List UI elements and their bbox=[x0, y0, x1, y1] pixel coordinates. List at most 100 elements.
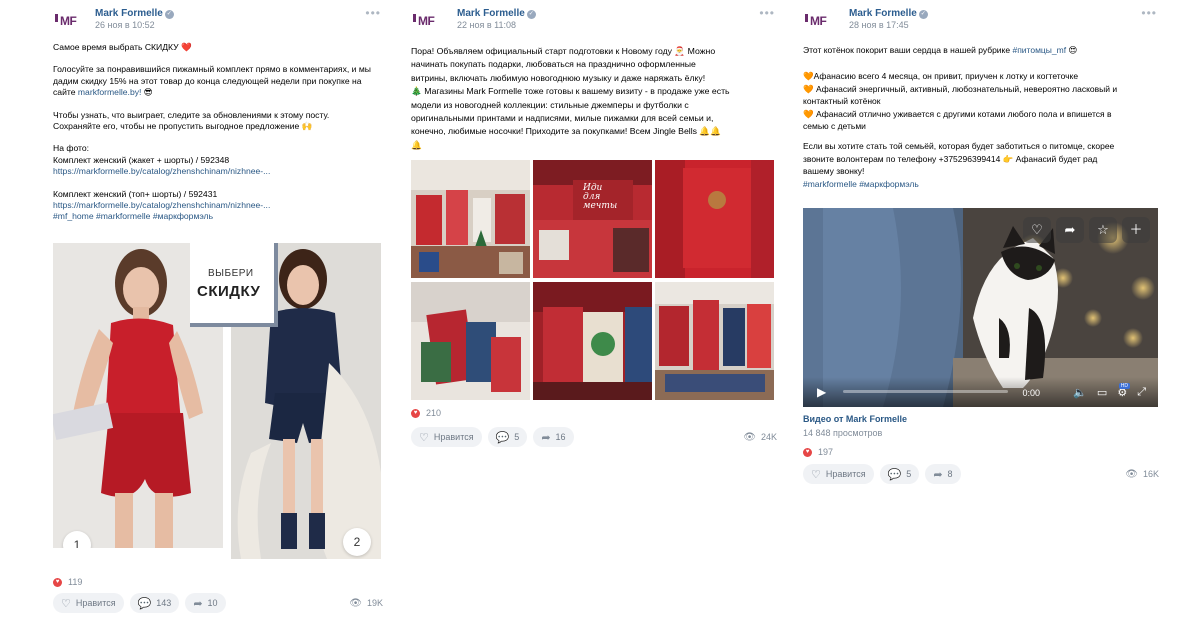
photo-store-mannequins[interactable] bbox=[411, 160, 530, 278]
miniplayer-icon[interactable]: ▭ bbox=[1097, 386, 1107, 399]
likes-summary[interactable]: ♥ 119 bbox=[53, 577, 82, 587]
brand-logo[interactable]: MF bbox=[55, 12, 85, 27]
comment-button[interactable]: 💬 143 bbox=[129, 593, 180, 613]
like-button[interactable]: ♡ Нравится bbox=[53, 593, 124, 613]
like-button[interactable]: ♡ Нравится bbox=[803, 464, 874, 484]
post-date[interactable]: 22 ноя в 11:08 bbox=[457, 20, 516, 30]
post-3: MF Mark Formelle ✓ 28 ноя в 17:45 ••• Это… bbox=[803, 0, 1159, 484]
brand-logo[interactable]: MF bbox=[805, 12, 835, 27]
photo-sign-mugs[interactable]: Иди для мечты bbox=[533, 160, 652, 278]
likes-count: 119 bbox=[68, 577, 83, 587]
share-button[interactable]: ➦ 16 bbox=[533, 427, 574, 447]
photo-badge-2[interactable]: 2 bbox=[343, 528, 371, 556]
product-item: Комплект женский (жакет + шорты) / 59234… bbox=[53, 154, 230, 165]
hashtags[interactable]: #markformelle #маркформэль bbox=[803, 178, 1161, 190]
post-text-bullet: 🧡Афанасию всего 4 месяца, он привит, при… bbox=[803, 71, 1079, 82]
more-dots-icon[interactable]: ••• bbox=[1141, 6, 1157, 20]
add-icon[interactable]: ＋ bbox=[1122, 217, 1150, 243]
photo-christmas-socks[interactable] bbox=[533, 282, 652, 400]
eye-icon: 👁 bbox=[349, 597, 362, 609]
post-photo-collage[interactable]: 1 2 ВЫБЕРИ СКИДКУ bbox=[53, 243, 381, 559]
comment-button[interactable]: 💬 5 bbox=[487, 427, 528, 447]
fullscreen-icon[interactable]: ⤢ bbox=[1137, 386, 1146, 399]
product-link[interactable]: https://markformelle.by/catalog/zhenshch… bbox=[53, 200, 383, 211]
post-header: MF Mark Formelle ✓ 26 ноя в 10:52 ••• bbox=[53, 0, 383, 40]
post-text: Этот котёнок покорит ваши сердца в нашей… bbox=[803, 44, 1161, 190]
post-text-paragraph: Если вы хотите стать той семьёй, которая… bbox=[803, 141, 1115, 177]
post-text: Самое время выбрать СКИДКУ ❤️ Голосуйте … bbox=[53, 42, 383, 223]
like-video-button[interactable]: ♡ bbox=[1023, 217, 1051, 243]
post-text-paragraph: Чтобы узнать, что выиграет, следите за о… bbox=[53, 109, 330, 132]
video-title[interactable]: Видео от Mark Formelle bbox=[803, 414, 907, 424]
hashtag-link[interactable]: #питомцы_mf bbox=[1012, 45, 1066, 55]
promo-line-2: СКИДКУ bbox=[197, 283, 261, 300]
product-item: Комплект женский (топ+ шорты) / 592431 bbox=[53, 188, 218, 199]
heart-outline-icon: ♡ bbox=[419, 431, 429, 444]
photo-grid: Иди для мечты bbox=[411, 160, 774, 401]
views-count: 👁 16K bbox=[1125, 468, 1159, 480]
like-button[interactable]: ♡ Нравится bbox=[411, 427, 482, 447]
heart-icon: ♥ bbox=[411, 408, 420, 418]
post-2: MF Mark Formelle ✓ 22 ноя в 11:08 ••• Пор… bbox=[411, 0, 777, 447]
more-dots-icon[interactable]: ••• bbox=[365, 6, 381, 20]
play-icon[interactable]: ▶ bbox=[817, 385, 826, 399]
more-dots-icon[interactable]: ••• bbox=[759, 6, 775, 20]
photo-label: На фото: bbox=[53, 143, 90, 154]
share-icon: ➦ bbox=[541, 431, 551, 444]
likes-count: 210 bbox=[426, 408, 442, 418]
eye-icon: 👁 bbox=[743, 431, 756, 443]
likes-summary[interactable]: ♥ 210 bbox=[411, 408, 441, 418]
share-button[interactable]: ➦ 8 bbox=[925, 464, 961, 484]
post-1: MF Mark Formelle ✓ 26 ноя в 10:52 ••• Сам… bbox=[53, 0, 383, 613]
promo-banner: ВЫБЕРИ СКИДКУ bbox=[190, 243, 278, 327]
heart-outline-icon: ♡ bbox=[61, 597, 71, 610]
post-actions: ♡ Нравится 💬 5 ➦ 16 👁 24K bbox=[411, 426, 777, 448]
views-count: 👁 19K bbox=[349, 597, 383, 609]
heart-icon: ♥ bbox=[803, 447, 812, 457]
volume-icon[interactable]: 🔈 bbox=[1073, 386, 1087, 399]
comment-icon: 💬 bbox=[495, 431, 510, 444]
share-button[interactable]: ➦ 10 bbox=[185, 593, 226, 613]
post-actions: ♡ Нравится 💬 143 ➦ 10 👁 19K bbox=[53, 592, 383, 614]
bookmark-icon[interactable]: ☆ bbox=[1089, 217, 1117, 243]
share-icon: ➦ bbox=[933, 468, 943, 481]
author-name[interactable]: Mark Formelle ✓ bbox=[849, 8, 928, 19]
post-text-paragraph: Голосуйте за понравившийся пижамный комп… bbox=[53, 64, 371, 98]
post-header: MF Mark Formelle ✓ 28 ноя в 17:45 ••• bbox=[803, 0, 1159, 40]
hashtags[interactable]: #mf_home #markformelle #маркформэль bbox=[53, 211, 383, 222]
photo-red-sweaters[interactable] bbox=[655, 160, 774, 278]
post-date[interactable]: 28 ноя в 17:45 bbox=[849, 20, 909, 30]
comment-icon: 💬 bbox=[887, 468, 902, 481]
video-views: 14 848 просмотров bbox=[803, 428, 883, 438]
post-text-paragraph: Пора! Объявляем официальный старт подгот… bbox=[411, 46, 730, 150]
verified-icon: ✓ bbox=[526, 10, 536, 19]
video-action-buttons: ♡ ➦ ☆ ＋ bbox=[1018, 217, 1150, 243]
views-count: 👁 24K bbox=[743, 431, 777, 443]
photo-socks-display[interactable] bbox=[411, 282, 530, 400]
video-controls: ▶ 0:00 🔈 ▭ ⚙ ⤢ HD bbox=[803, 377, 1158, 407]
post-text: Пора! Объявляем официальный старт подгот… bbox=[411, 45, 777, 152]
photo-sign-text: Иди для мечты bbox=[583, 183, 618, 211]
post-header: MF Mark Formelle ✓ 22 ноя в 11:08 ••• bbox=[411, 0, 777, 40]
heart-outline-icon: ♡ bbox=[811, 468, 821, 481]
comment-icon: 💬 bbox=[137, 597, 152, 610]
product-link[interactable]: https://markformelle.by/catalog/zhenshch… bbox=[53, 166, 383, 177]
verified-icon: ✓ bbox=[918, 10, 928, 19]
photo-store-racks[interactable] bbox=[655, 282, 774, 400]
share-video-button[interactable]: ➦ bbox=[1056, 217, 1084, 243]
author-name[interactable]: Mark Formelle ✓ bbox=[95, 8, 174, 19]
post-text-bullet: 🧡 Афанасий энергичный, активный, любозна… bbox=[803, 83, 1118, 107]
author-name[interactable]: Mark Formelle ✓ bbox=[457, 8, 536, 19]
comment-button[interactable]: 💬 5 bbox=[879, 464, 920, 484]
post-text-paragraph: Этот котёнок покорит ваши сердца в нашей… bbox=[803, 45, 1078, 55]
hd-badge: HD bbox=[1118, 383, 1130, 389]
brand-logo[interactable]: MF bbox=[413, 12, 443, 27]
video-player[interactable]: ♡ ➦ ☆ ＋ ▶ 0:00 🔈 ▭ ⚙ ⤢ HD bbox=[803, 208, 1158, 407]
post-text-bullet: 🧡 Афанасий отлично уживается с другими к… bbox=[803, 108, 1112, 132]
site-link[interactable]: markformelle.by! bbox=[78, 87, 142, 97]
video-progress-track[interactable] bbox=[843, 390, 1008, 393]
post-date[interactable]: 26 ноя в 10:52 bbox=[95, 20, 155, 30]
heart-icon: ♥ bbox=[53, 577, 62, 587]
post-text-line: Самое время выбрать СКИДКУ ❤️ bbox=[53, 42, 192, 52]
likes-summary[interactable]: ♥ 197 bbox=[803, 447, 833, 457]
